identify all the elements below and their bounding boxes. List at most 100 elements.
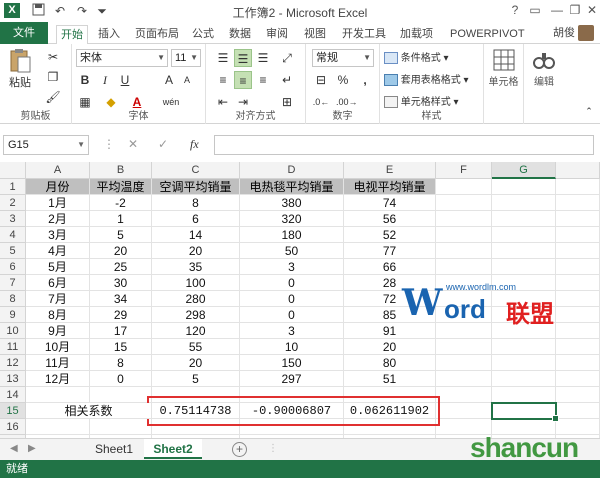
table-cell[interactable]: 3月: [26, 227, 90, 243]
number-format-select[interactable]: 常规 ▼: [312, 49, 374, 67]
cell[interactable]: [492, 243, 556, 259]
align-top-icon[interactable]: ☰: [214, 49, 232, 67]
table-cell[interactable]: 320: [240, 211, 344, 227]
editing-button[interactable]: [530, 49, 558, 74]
cell[interactable]: [492, 259, 556, 275]
tab-data[interactable]: 数据: [225, 25, 255, 44]
row-header[interactable]: 9: [0, 307, 26, 323]
cell[interactable]: [556, 195, 600, 211]
shrink-font-button[interactable]: A: [178, 71, 196, 89]
table-cell[interactable]: 5: [152, 371, 240, 387]
cell[interactable]: [436, 259, 492, 275]
table-cell[interactable]: 150: [240, 355, 344, 371]
close-icon[interactable]: ✕: [583, 2, 600, 19]
tab-formulas[interactable]: 公式: [188, 25, 218, 44]
table-cell[interactable]: 77: [344, 243, 436, 259]
table-cell[interactable]: 2月: [26, 211, 90, 227]
row-header[interactable]: 13: [0, 371, 26, 387]
table-cell[interactable]: 8: [90, 355, 152, 371]
table-cell[interactable]: 297: [240, 371, 344, 387]
tab-insert[interactable]: 插入: [94, 25, 124, 44]
grow-font-button[interactable]: A: [160, 71, 178, 89]
table-cell[interactable]: 12月: [26, 371, 90, 387]
table-cell[interactable]: 80: [344, 355, 436, 371]
restore-icon[interactable]: ❐: [566, 2, 584, 19]
table-cell[interactable]: 380: [240, 195, 344, 211]
table-header-cell[interactable]: 电视平均销量: [344, 179, 436, 195]
row-header[interactable]: 6: [0, 259, 26, 275]
tab-view[interactable]: 视图: [300, 25, 330, 44]
minimize-icon[interactable]: —: [548, 2, 566, 19]
table-cell[interactable]: 298: [152, 307, 240, 323]
table-cell[interactable]: 10月: [26, 339, 90, 355]
cell[interactable]: [492, 355, 556, 371]
table-cell[interactable]: 17: [90, 323, 152, 339]
cells-button[interactable]: [488, 49, 520, 74]
cell[interactable]: [436, 227, 492, 243]
table-cell[interactable]: 50: [240, 243, 344, 259]
next-sheet-icon[interactable]: ▶: [28, 443, 36, 454]
table-cell[interactable]: 30: [90, 275, 152, 291]
cut-icon[interactable]: ✂: [44, 48, 62, 66]
add-sheet-icon[interactable]: +: [232, 442, 247, 457]
formula-input[interactable]: [214, 135, 594, 155]
table-cell[interactable]: 15: [90, 339, 152, 355]
row-header[interactable]: 8: [0, 291, 26, 307]
cancel-icon[interactable]: ✕: [128, 137, 138, 151]
table-cell[interactable]: 1月: [26, 195, 90, 211]
table-cell[interactable]: 8: [152, 195, 240, 211]
select-all-corner[interactable]: [0, 162, 26, 179]
cell[interactable]: [26, 387, 90, 403]
italic-button[interactable]: I: [96, 71, 114, 89]
align-center-icon[interactable]: ≡: [234, 71, 252, 89]
underline-button[interactable]: U: [116, 71, 134, 89]
table-cell[interactable]: 180: [240, 227, 344, 243]
accounting-format-icon[interactable]: ⊟: [312, 71, 330, 89]
row-header[interactable]: 1: [0, 179, 26, 195]
row-header[interactable]: 10: [0, 323, 26, 339]
sheet-tab-sheet2[interactable]: Sheet2: [144, 439, 202, 459]
cell[interactable]: [556, 227, 600, 243]
align-middle-icon[interactable]: ☰: [234, 49, 252, 67]
column-header-g[interactable]: G: [492, 162, 556, 179]
table-cell[interactable]: 9月: [26, 323, 90, 339]
table-cell[interactable]: 120: [152, 323, 240, 339]
cell[interactable]: [556, 339, 600, 355]
row-header[interactable]: 3: [0, 211, 26, 227]
copy-icon[interactable]: ❐: [44, 68, 62, 86]
cell[interactable]: [436, 387, 492, 403]
cell[interactable]: [436, 371, 492, 387]
row-header[interactable]: 5: [0, 243, 26, 259]
table-header-cell[interactable]: 电热毯平均销量: [240, 179, 344, 195]
row-header[interactable]: 12: [0, 355, 26, 371]
table-cell[interactable]: -2: [90, 195, 152, 211]
tab-developer[interactable]: 开发工具: [338, 25, 390, 44]
cell[interactable]: [556, 403, 600, 419]
percent-button[interactable]: %: [334, 71, 352, 89]
table-cell[interactable]: 55: [152, 339, 240, 355]
sheet-tab-sheet1[interactable]: Sheet1: [88, 439, 140, 459]
table-cell[interactable]: 20: [90, 243, 152, 259]
cell[interactable]: [556, 259, 600, 275]
column-header-b[interactable]: B: [90, 162, 152, 179]
table-cell[interactable]: 10: [240, 339, 344, 355]
column-header-c[interactable]: C: [152, 162, 240, 179]
table-header-cell[interactable]: 空调平均销量: [152, 179, 240, 195]
column-header-h[interactable]: [556, 162, 600, 179]
row-header[interactable]: 4: [0, 227, 26, 243]
user-account[interactable]: 胡俊: [553, 25, 594, 42]
column-header-d[interactable]: D: [240, 162, 344, 179]
cell[interactable]: [436, 403, 492, 419]
table-cell[interactable]: 56: [344, 211, 436, 227]
table-cell[interactable]: 14: [152, 227, 240, 243]
ribbon-display-icon[interactable]: ▭: [526, 2, 544, 19]
tab-page-layout[interactable]: 页面布局: [131, 25, 183, 44]
prev-sheet-icon[interactable]: ◀: [10, 443, 18, 454]
name-box[interactable]: G15 ▼: [3, 135, 89, 155]
table-cell[interactable]: 25: [90, 259, 152, 275]
comma-button[interactable]: ,: [356, 71, 374, 89]
table-cell[interactable]: 3: [240, 323, 344, 339]
table-cell[interactable]: 3: [240, 259, 344, 275]
cell[interactable]: [492, 227, 556, 243]
cell[interactable]: [436, 179, 492, 195]
